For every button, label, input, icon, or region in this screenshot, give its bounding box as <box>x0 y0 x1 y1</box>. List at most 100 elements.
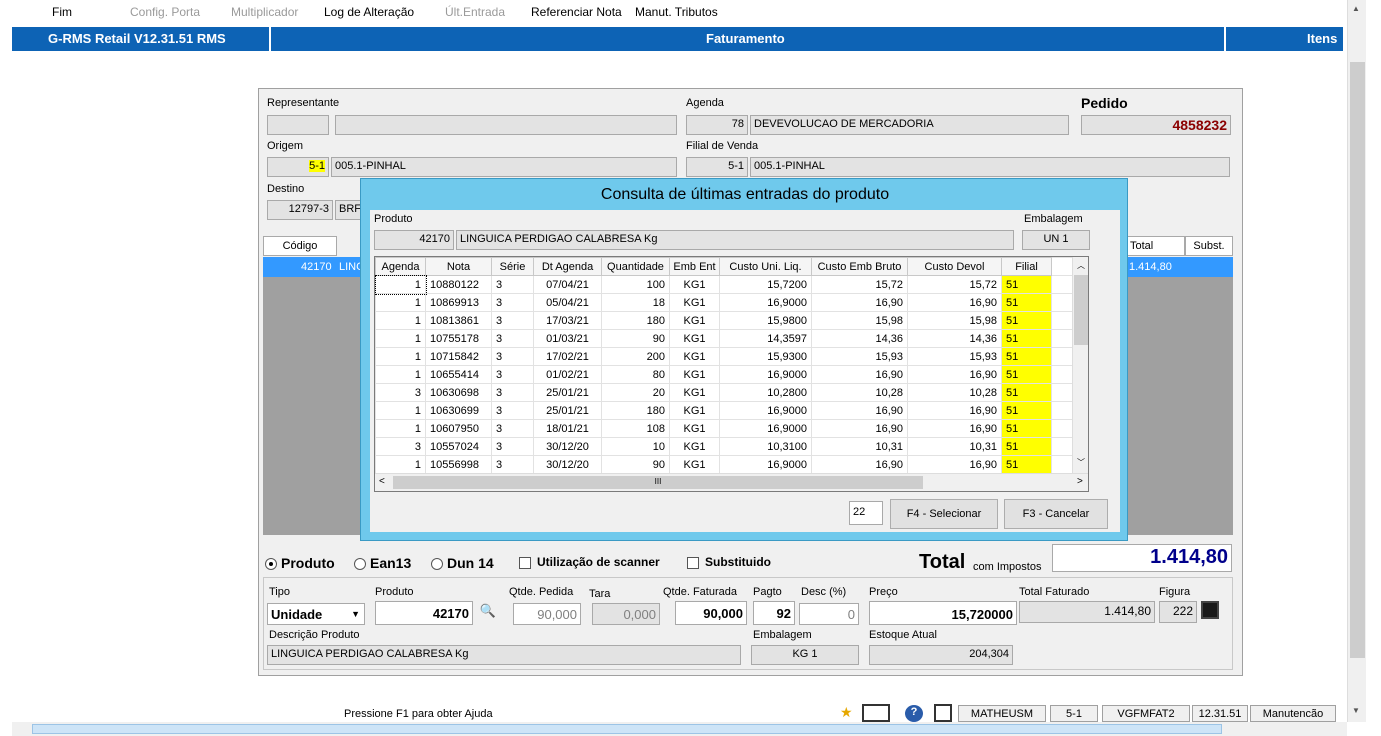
chevron-up-icon[interactable]: ︿ <box>1077 260 1085 271</box>
menu-multiplicador[interactable]: Multiplicador <box>231 5 298 19</box>
cell-agenda: 3 <box>375 437 426 456</box>
chevron-down-icon[interactable]: ﹀ <box>1077 457 1085 468</box>
cell-custo-emb-bruto: 10,28 <box>811 383 908 402</box>
col-header-codigo[interactable]: Código <box>263 236 337 256</box>
table-row[interactable]: 1 10630699 3 25/01/21 180 KG1 16,9000 16,90 16,9… <box>375 401 1076 420</box>
qtde-faturada-input[interactable]: 90,000 <box>675 601 747 625</box>
title-bar: G-RMS Retail V12.31.51 RMS Faturamento I… <box>12 27 1343 51</box>
cell-filial: 51 <box>1001 437 1052 456</box>
binoculars-search-icon[interactable]: 🔍 <box>477 603 499 621</box>
representante-code-field[interactable] <box>267 115 329 135</box>
table-row[interactable]: 3 10557024 3 30/12/20 10 KG1 10,3100 10,31 10,31… <box>375 437 1076 456</box>
cell-nota: 10557024 <box>425 437 492 456</box>
cancel-button[interactable]: F3 - Cancelar <box>1004 499 1108 529</box>
window-icon[interactable] <box>862 704 890 722</box>
menu-fim[interactable]: Fim <box>52 5 72 19</box>
cell-dt-agenda: 25/01/21 <box>533 401 602 420</box>
col-header-agenda[interactable]: Agenda <box>375 257 426 276</box>
scrollbar-thumb[interactable]: III <box>393 476 923 489</box>
clipboard-icon[interactable] <box>934 704 952 722</box>
col-header-nota[interactable]: Nota <box>425 257 492 276</box>
help-icon[interactable]: ? <box>905 705 923 722</box>
col-header-dt-agenda[interactable]: Dt Agenda <box>533 257 602 276</box>
total-faturado-field: 1.414,80 <box>1019 601 1155 623</box>
chevron-down-icon[interactable]: ▼ <box>351 609 360 619</box>
grid-horizontal-scrollbar[interactable]: < III > <box>375 473 1088 491</box>
count-field[interactable]: 22 <box>849 501 883 525</box>
table-row[interactable]: 1 10655414 3 01/02/21 80 KG1 16,9000 16,90 16,90… <box>375 365 1076 384</box>
cell-agenda: 1 <box>375 329 426 348</box>
menu-referenciar-nota[interactable]: Referenciar Nota <box>531 5 622 19</box>
agenda-code-field[interactable]: 78 <box>686 115 748 135</box>
scrollbar-thumb[interactable] <box>32 724 1222 734</box>
table-row[interactable]: 1 10880122 3 07/04/21 100 KG1 15,7200 15,72 15,7… <box>375 274 1076 295</box>
substituido-checkbox[interactable]: Substituido <box>687 555 771 569</box>
radio-produto[interactable]: Produto <box>265 555 335 571</box>
col-header-custo-emb-bruto[interactable]: Custo Emb Bruto <box>811 257 908 276</box>
menu-ult-entrada[interactable]: Últ.Entrada <box>445 5 505 19</box>
col-header-subst[interactable]: Subst. <box>1185 236 1233 256</box>
tab-itens[interactable]: Itens <box>1307 31 1337 46</box>
col-header-quantidade[interactable]: Quantidade <box>601 257 670 276</box>
col-header-total[interactable]: Total <box>1125 236 1185 256</box>
table-row[interactable]: 3 10630698 3 25/01/21 20 KG1 10,2800 10,28 10,28… <box>375 383 1076 402</box>
table-row[interactable]: 1 10556998 3 30/12/20 90 KG1 16,9000 16,90 16,90… <box>375 455 1076 474</box>
title-divider <box>1224 27 1226 51</box>
table-row[interactable]: 1 10813861 3 17/03/21 180 KG1 15,9800 15,98 15,9… <box>375 311 1076 330</box>
table-row[interactable]: 1 10715842 3 17/02/21 200 KG1 15,9300 15,93 15,9… <box>375 347 1076 366</box>
cell-quantidade: 90 <box>601 329 670 348</box>
entries-grid[interactable]: Agenda Nota Série Dt Agenda Quantidade E… <box>374 256 1089 492</box>
col-header-serie[interactable]: Série <box>491 257 534 276</box>
scanner-checkbox[interactable]: Utilização de scanner <box>519 555 660 569</box>
radio-dun14[interactable]: Dun 14 <box>431 555 494 571</box>
scroll-down-icon[interactable]: ▼ <box>1352 706 1360 715</box>
scrollbar-thumb[interactable] <box>1350 62 1365 658</box>
scroll-up-icon[interactable]: ▲ <box>1352 4 1360 13</box>
select-button[interactable]: F4 - Selecionar <box>890 499 998 529</box>
col-header-custo-devol[interactable]: Custo Devol <box>907 257 1002 276</box>
star-icon[interactable]: ★ <box>840 705 856 722</box>
cell-custo-uni-liq: 14,3597 <box>719 329 812 348</box>
col-header-custo-uni-liq[interactable]: Custo Uni. Liq. <box>719 257 812 276</box>
embalagem-label: Embalagem <box>753 629 812 641</box>
preco-input[interactable]: 15,720000 <box>869 601 1017 625</box>
destino-code-field[interactable]: 12797-3 <box>267 200 333 220</box>
origem-code-field[interactable]: 5-1 <box>267 157 329 177</box>
cell-emb-ent: KG1 <box>669 311 720 330</box>
horizontal-scrollbar[interactable] <box>12 722 1347 736</box>
cell-custo-devol: 16,90 <box>907 419 1002 438</box>
cell-agenda: 1 <box>375 401 426 420</box>
vertical-scrollbar[interactable]: ▲ ▼ <box>1347 0 1366 722</box>
table-row[interactable]: 1 10607950 3 18/01/21 108 KG1 16,9000 16,90 16,9… <box>375 419 1076 438</box>
save-icon[interactable] <box>1201 601 1219 619</box>
grid-vertical-scrollbar[interactable]: ︿ ﹀ <box>1072 257 1088 473</box>
radio-ean13[interactable]: Ean13 <box>354 555 411 571</box>
menu-log-alteracao[interactable]: Log de Alteração <box>324 5 414 19</box>
cell-custo-uni-liq: 16,9000 <box>719 293 812 312</box>
desc-input[interactable]: 0 <box>799 603 859 625</box>
cell-filial: 51 <box>1001 419 1052 438</box>
cell-serie: 3 <box>491 383 534 402</box>
col-header-filial[interactable]: Filial <box>1001 257 1052 276</box>
chevron-right-icon[interactable]: > <box>1077 476 1083 487</box>
chevron-left-icon[interactable]: < <box>379 476 385 487</box>
produto-input[interactable]: 42170 <box>375 601 473 625</box>
cell-filial: 51 <box>1001 293 1052 312</box>
pagto-input[interactable]: 92 <box>753 601 795 625</box>
menu-manut-tributos[interactable]: Manut. Tributos <box>635 5 718 19</box>
representante-name-field[interactable] <box>335 115 677 135</box>
col-header-emb-ent[interactable]: Emb Ent <box>669 257 720 276</box>
status-version: 12.31.51 <box>1192 705 1248 722</box>
table-row[interactable]: 1 10869913 3 05/04/21 18 KG1 16,9000 16,90 16,90… <box>375 293 1076 312</box>
tipo-select[interactable]: Unidade ▼ <box>267 603 365 625</box>
scrollbar-thumb[interactable] <box>1074 275 1088 345</box>
cell-custo-uni-liq: 16,9000 <box>719 401 812 420</box>
status-user: MATHEUSM <box>958 705 1046 722</box>
modal-produto-desc: LINGUICA PERDIGAO CALABRESA Kg <box>456 230 1014 250</box>
produto-label: Produto <box>375 586 414 598</box>
table-row[interactable]: 1 10755178 3 01/03/21 90 KG1 14,3597 14,36 14,36… <box>375 329 1076 348</box>
tara-label: Tara <box>589 588 611 600</box>
menu-config-porta[interactable]: Config. Porta <box>130 5 200 19</box>
estoque-field: 204,304 <box>869 645 1013 665</box>
filial-venda-code-field[interactable]: 5-1 <box>686 157 748 177</box>
